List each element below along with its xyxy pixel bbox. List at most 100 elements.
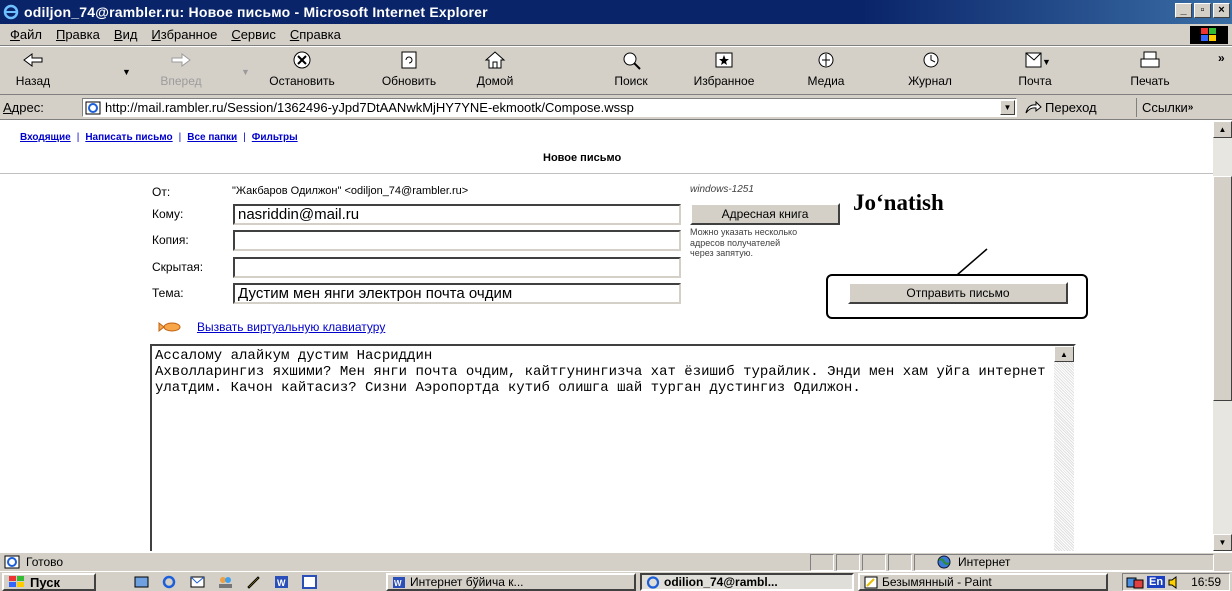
go-button[interactable]: Переход: [1024, 98, 1097, 117]
home-label: Домой: [476, 74, 514, 88]
start-button[interactable]: Пуск: [2, 573, 96, 591]
media-label: Медиа: [807, 74, 845, 88]
virtual-keyboard-link[interactable]: Вызвать виртуальную клавиатуру: [197, 320, 385, 334]
task-label: odilion_74@rambl...: [664, 575, 778, 589]
task-label: Интернет бўйича к...: [410, 575, 524, 589]
send-button[interactable]: Отправить письмо: [848, 282, 1068, 304]
word-doc-icon: W: [393, 576, 405, 588]
status-cell: [862, 554, 886, 571]
menu-help[interactable]: Справка: [290, 27, 341, 42]
outlook-quicklaunch-icon[interactable]: [190, 575, 205, 589]
window-titlebar: odiljon_74@rambler.ru: Новое письмо - Mi…: [0, 0, 1232, 24]
cc-field[interactable]: [233, 230, 681, 251]
mail-button[interactable]: Почта: [1010, 50, 1060, 92]
keyboard-fish-icon: [158, 321, 181, 333]
page-title: Новое письмо: [543, 152, 622, 164]
search-button[interactable]: Поиск: [603, 50, 659, 92]
restore-button[interactable]: ▫: [1194, 3, 1211, 18]
go-label: Переход: [1045, 100, 1097, 115]
forward-button[interactable]: Вперед: [152, 50, 210, 92]
address-input[interactable]: http://mail.rambler.ru/Session/1362496-y…: [82, 98, 1017, 117]
nav-inbox-link[interactable]: Входящие: [20, 132, 71, 143]
message-scrollbar[interactable]: ▲: [1054, 346, 1074, 551]
media-icon: [818, 52, 834, 68]
address-url: http://mail.rambler.ru/Session/1362496-y…: [105, 100, 634, 115]
taskbar-word-doc[interactable]: W Интернет бўйича к...: [386, 573, 636, 591]
scroll-up-icon[interactable]: ▲: [1213, 121, 1232, 138]
windows-logo-icon: [1190, 26, 1228, 44]
nav-separator: |: [76, 132, 80, 143]
encoding-label: windows-1251: [690, 184, 754, 195]
forward-dropdown-icon[interactable]: ▼: [241, 67, 250, 77]
back-dropdown-icon[interactable]: ▼: [122, 67, 131, 77]
standard-toolbar: Назад ▼ Вперед ▼ Остановить Обновить Дом…: [0, 47, 1232, 95]
stop-icon: [293, 51, 311, 69]
back-button[interactable]: Назад: [8, 50, 58, 92]
menu-edit[interactable]: Правка: [56, 27, 100, 42]
window-title: odiljon_74@rambler.ru: Новое письмо - Mi…: [24, 4, 488, 20]
menu-tools[interactable]: Сервис: [231, 27, 276, 42]
forward-label: Вперед: [160, 74, 202, 88]
network-tray-icon[interactable]: [1126, 576, 1144, 589]
ie-quicklaunch-icon[interactable]: [162, 575, 177, 589]
to-field[interactable]: nasriddin@mail.ru: [233, 204, 681, 225]
home-icon: [484, 51, 506, 69]
back-label: Назад: [15, 74, 51, 88]
window-quicklaunch-icon[interactable]: [302, 575, 317, 589]
toolbar-overflow-icon[interactable]: »: [1218, 51, 1225, 65]
message-body-textarea[interactable]: Ассалому алайкум дустим Насриддин Ахволл…: [150, 344, 1076, 551]
home-button[interactable]: Домой: [465, 50, 525, 92]
bcc-field[interactable]: [233, 257, 681, 278]
taskbar-ie-window[interactable]: odilion_74@rambl...: [640, 573, 854, 591]
page-icon: [85, 101, 101, 114]
address-bar: Адрес: http://mail.rambler.ru/Session/13…: [0, 95, 1232, 120]
taskbar-paint[interactable]: Безымянный - Paint: [858, 573, 1108, 591]
to-label: Кому:: [152, 207, 184, 221]
nav-folders-link[interactable]: Все папки: [187, 132, 237, 143]
minimize-button[interactable]: _: [1175, 3, 1192, 18]
show-desktop-icon[interactable]: [134, 575, 149, 589]
forward-arrow-icon: [171, 53, 191, 67]
menu-file[interactable]: Файл: [10, 27, 42, 42]
page-scrollbar[interactable]: ▲ ▼: [1213, 121, 1232, 551]
print-button[interactable]: Печать: [1122, 50, 1178, 92]
go-arrow-icon: [1025, 100, 1042, 113]
word-quicklaunch-icon[interactable]: W: [274, 575, 289, 589]
message-body-text: Ассалому алайкум дустим Насриддин Ахволл…: [155, 348, 1046, 396]
mail-dropdown-icon[interactable]: ▼: [1042, 57, 1051, 67]
scroll-up-icon[interactable]: ▲: [1054, 346, 1074, 362]
nav-compose-link[interactable]: Написать письмо: [85, 132, 172, 143]
scroll-down-icon[interactable]: ▼: [1213, 534, 1232, 551]
nav-filters-link[interactable]: Фильтры: [252, 132, 298, 143]
send-annotation-label: Jo‘natish: [853, 190, 944, 215]
page-content: Входящие | Написать письмо | Все папки | Фильт…: [0, 121, 1213, 551]
close-button[interactable]: ×: [1213, 3, 1230, 18]
volume-icon[interactable]: [1168, 575, 1182, 589]
history-button[interactable]: Журнал: [896, 50, 964, 92]
paint-quicklaunch-icon[interactable]: [246, 575, 261, 589]
links-overflow-icon: »: [1187, 102, 1194, 113]
ie-logo-icon: [3, 4, 19, 20]
subject-field[interactable]: Дустим мен янги электрон почта очдим: [233, 283, 681, 304]
divider: [0, 173, 1213, 174]
favorites-button[interactable]: Избранное: [684, 50, 764, 92]
menu-favorites[interactable]: Избранное: [151, 27, 217, 42]
links-button[interactable]: Ссылки »: [1136, 98, 1193, 117]
task-label: Безымянный - Paint: [882, 575, 992, 589]
recipients-hint: Можно указать несколько адресов получате…: [690, 227, 798, 258]
scrollbar-thumb[interactable]: [1213, 176, 1232, 401]
printer-icon: [1140, 51, 1160, 68]
stop-button[interactable]: Остановить: [260, 50, 344, 92]
svg-text:W: W: [394, 579, 402, 588]
mail-label: Почта: [1018, 74, 1052, 88]
address-dropdown-icon[interactable]: ▼: [1000, 100, 1015, 115]
refresh-button[interactable]: Обновить: [375, 50, 443, 92]
users-quicklaunch-icon[interactable]: [218, 575, 233, 589]
menu-view[interactable]: Вид: [114, 27, 138, 42]
svg-text:W: W: [277, 578, 286, 588]
media-button[interactable]: Медиа: [800, 50, 852, 92]
ie-task-icon: [646, 575, 660, 589]
cc-label: Копия:: [152, 233, 189, 247]
address-book-button[interactable]: Адресная книга: [690, 203, 840, 225]
language-indicator[interactable]: En: [1147, 576, 1166, 588]
